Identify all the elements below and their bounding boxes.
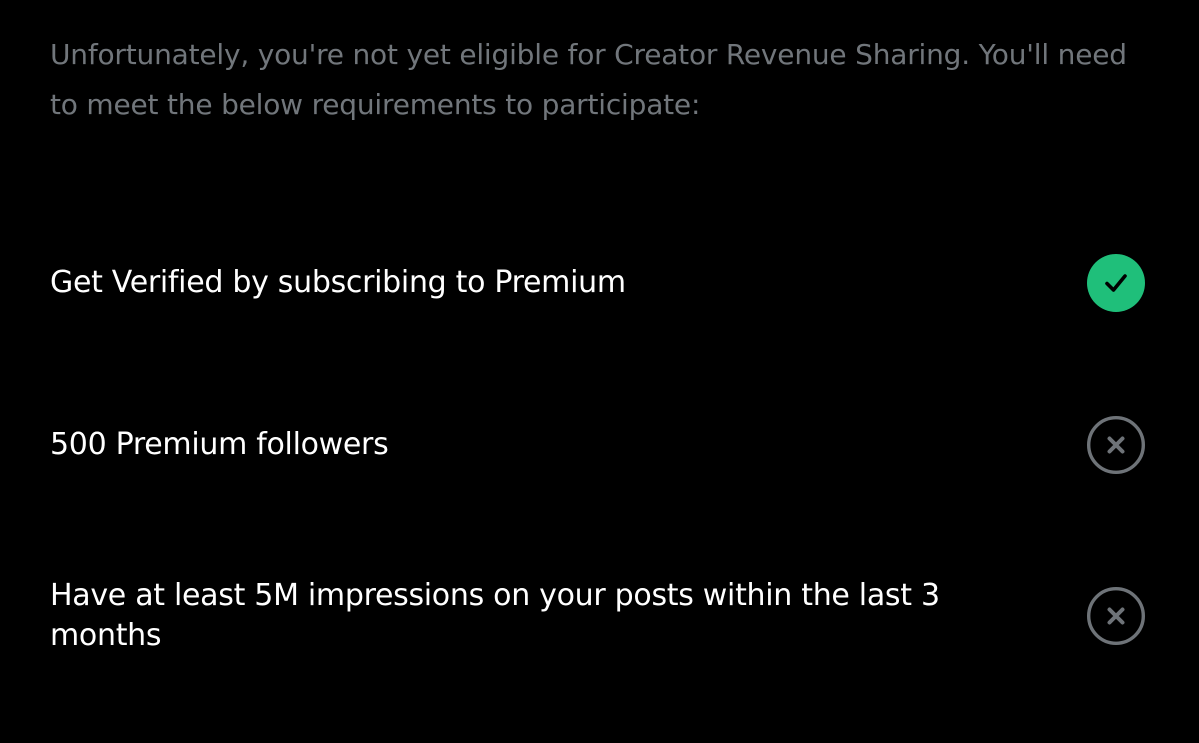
check-circle-icon bbox=[1087, 254, 1145, 312]
requirements-list: Get Verified by subscribing to Premium 5… bbox=[0, 0, 1199, 743]
requirement-label: Have at least 5M impressions on your pos… bbox=[50, 578, 940, 653]
requirement-row-impressions: Have at least 5M impressions on your pos… bbox=[50, 574, 1145, 658]
requirement-label: 500 Premium followers bbox=[50, 427, 389, 462]
x-circle-icon bbox=[1087, 587, 1145, 645]
requirement-row-followers: 500 Premium followers bbox=[50, 416, 1145, 474]
requirement-row-verified: Get Verified by subscribing to Premium bbox=[50, 254, 1145, 312]
x-circle-icon bbox=[1087, 416, 1145, 474]
requirement-label: Get Verified by subscribing to Premium bbox=[50, 265, 626, 300]
